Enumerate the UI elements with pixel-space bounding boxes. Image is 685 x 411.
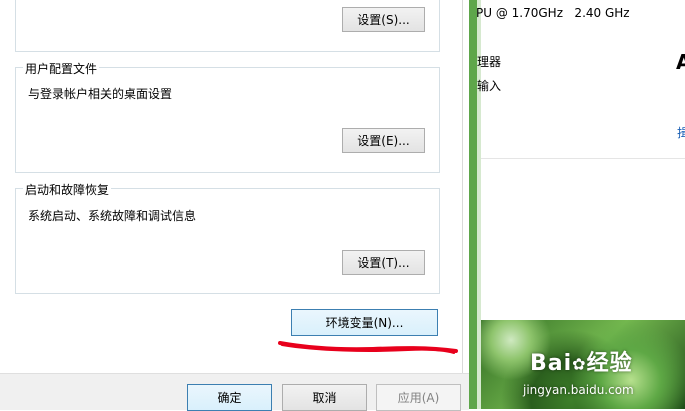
cancel-button[interactable]: 取消 xyxy=(282,384,367,411)
dialog-right-border xyxy=(462,0,463,373)
startup-recovery-group: 启动和故障恢复 系统启动、系统故障和调试信息 设置(T)... xyxy=(15,181,440,294)
user-profiles-group: 用户配置文件 与登录帐户相关的桌面设置 设置(E)... xyxy=(15,60,440,173)
logo-text: Bai xyxy=(530,351,573,376)
dialog-footer: 确定 取消 应用(A) xyxy=(0,373,469,411)
processor-info-text: PU @ 1.70GHz 2.40 GHz xyxy=(476,6,630,20)
panel-divider xyxy=(481,158,685,159)
red-underline-annotation xyxy=(278,341,458,354)
system-row-label: 理器 xyxy=(477,55,502,69)
user-profiles-title: 用户配置文件 xyxy=(23,60,100,77)
baidu-jingyan-logo: Bai✿经验 xyxy=(530,345,633,377)
startup-recovery-settings-button[interactable]: 设置(T)... xyxy=(342,250,425,275)
performance-group: 设置(S)... xyxy=(15,0,440,52)
system-properties-dialog: 设置(S)... 用户配置文件 与登录帐户相关的桌面设置 设置(E)... 启动… xyxy=(0,0,469,411)
startup-recovery-description: 系统启动、系统故障和调试信息 xyxy=(28,209,197,223)
system-info-panel: PU @ 1.70GHz 2.40 GHz 理器 输入 A 揖 xyxy=(476,0,685,320)
environment-variables-button[interactable]: 环境变量(N)... xyxy=(291,309,438,336)
paw-icon: ✿ xyxy=(572,354,587,374)
user-profiles-settings-button[interactable]: 设置(E)... xyxy=(342,128,425,153)
watermark-url: jingyan.baidu.com xyxy=(523,383,634,397)
ok-button[interactable]: 确定 xyxy=(187,384,272,411)
apply-button[interactable]: 应用(A) xyxy=(376,384,461,411)
startup-recovery-title: 启动和故障恢复 xyxy=(23,181,112,198)
logo-text-2: 经验 xyxy=(586,351,633,376)
edge-heading-char: A xyxy=(676,50,685,74)
user-profiles-description: 与登录帐户相关的桌面设置 xyxy=(28,87,173,101)
edge-link[interactable]: 揖 xyxy=(677,124,685,141)
window-border-strip xyxy=(469,0,477,409)
performance-settings-button[interactable]: 设置(S)... xyxy=(342,7,425,32)
input-row-label: 输入 xyxy=(477,79,502,93)
